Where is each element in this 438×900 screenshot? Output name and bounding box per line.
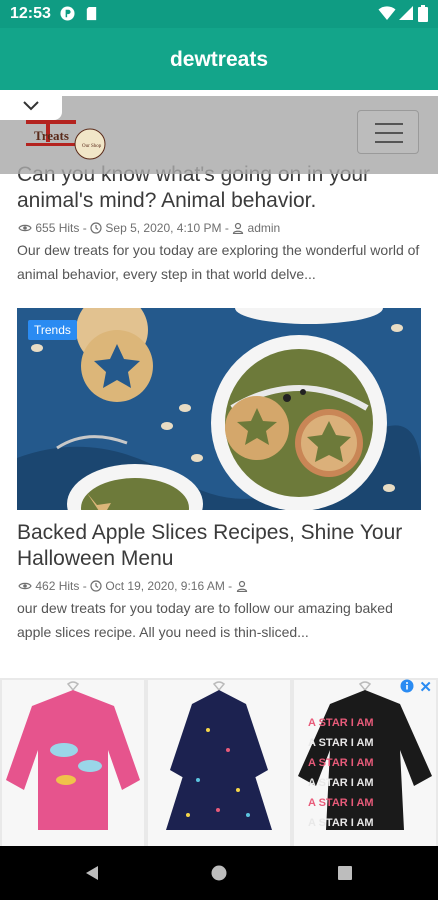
trends-badge[interactable]: Trends — [28, 320, 77, 340]
article-meta: 655 Hits - Sep 5, 2020, 4:10 PM - admin — [18, 220, 280, 235]
hits-count: 655 Hits — [35, 220, 80, 235]
recents-square-icon[interactable] — [338, 866, 352, 880]
home-circle-icon[interactable] — [211, 865, 227, 881]
circle-p-icon — [60, 6, 75, 21]
cell-signal-icon — [399, 6, 413, 20]
meta-separator: - — [228, 578, 233, 593]
ad-product-navy-dress[interactable] — [148, 680, 290, 846]
app-bar: dewtreats — [0, 28, 438, 90]
article-feed[interactable]: Can you know what's going on in your ani… — [0, 90, 438, 846]
system-nav-bar — [0, 846, 438, 900]
site-logo[interactable]: Treats Our Shop — [24, 118, 108, 164]
battery-icon — [418, 5, 428, 22]
back-triangle-icon[interactable] — [84, 865, 100, 881]
ad-sweater-text: A STAR I AM — [308, 797, 374, 809]
article-excerpt: our dew treats for you today are to foll… — [17, 600, 393, 640]
ad-sweater-text: A STAR I AM — [308, 737, 374, 749]
post-date: Sep 5, 2020, 4:10 PM — [105, 220, 222, 235]
ad-sweater-text: A STAR I AM — [308, 717, 374, 729]
logo-small-text: Our Shop — [82, 144, 102, 149]
hamburger-menu-button[interactable] — [357, 110, 419, 154]
ad-product-star-sweater[interactable]: A STAR I AM A STAR I AM A STAR I AM A ST… — [294, 680, 436, 846]
ad-product-pink-shirt[interactable] — [2, 680, 144, 846]
clock-icon — [90, 580, 102, 592]
app-title: dewtreats — [169, 48, 269, 71]
chevron-down-icon — [23, 101, 39, 111]
sd-card-icon — [86, 6, 97, 21]
hits-count: 462 Hits — [35, 578, 80, 593]
ad-banner[interactable]: A STAR I AM A STAR I AM A STAR I AM A ST… — [0, 678, 438, 846]
ad-sweater-text: A STAR I AM — [308, 777, 374, 789]
article-meta: 462 Hits - Oct 19, 2020, 9:16 AM - — [18, 578, 251, 593]
meta-separator: - — [224, 220, 229, 235]
eye-icon — [18, 582, 32, 590]
wifi-icon — [378, 6, 396, 20]
article-image-apple-soup[interactable] — [17, 308, 421, 510]
meta-separator: - — [82, 578, 87, 593]
ad-sweater-text: A STAR I AM — [308, 817, 374, 829]
clock-icon — [90, 222, 102, 234]
user-icon — [233, 222, 244, 234]
article-excerpt: Our dew treats for you today are explori… — [17, 242, 420, 282]
eye-icon — [18, 224, 32, 232]
status-time: 12:53 — [10, 5, 51, 22]
author-name[interactable]: admin — [248, 221, 281, 235]
status-bar: 12:53 — [0, 0, 438, 28]
logo-text: Treats — [34, 128, 69, 143]
user-icon — [236, 580, 247, 592]
post-date: Oct 19, 2020, 9:16 AM — [105, 578, 225, 593]
ad-close-button[interactable]: ✕ — [419, 678, 432, 696]
header-collapse-button[interactable] — [0, 94, 62, 120]
info-icon[interactable] — [400, 679, 414, 693]
article-title[interactable]: Backed Apple Slices Recipes, Shine Your … — [17, 520, 427, 572]
ad-sweater-text: A STAR I AM — [308, 757, 374, 769]
meta-separator: - — [82, 220, 87, 235]
